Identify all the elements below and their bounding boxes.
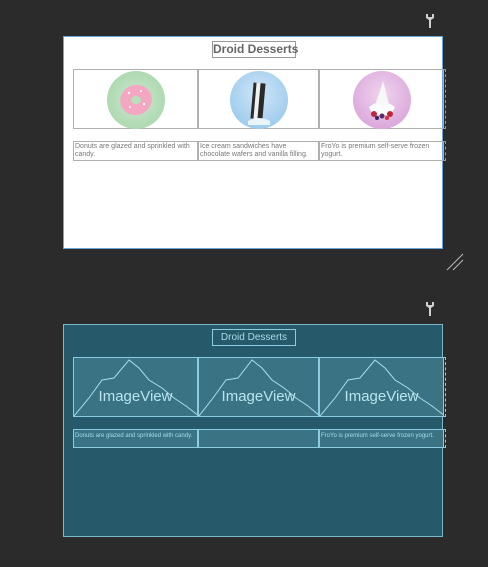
overflow-indicator: [443, 141, 446, 161]
froyo-imageview[interactable]: [319, 69, 444, 129]
overflow-indicator: [443, 357, 446, 417]
overflow-indicator: [443, 429, 446, 448]
overflow-indicator: [443, 69, 446, 129]
donut-imageview[interactable]: [73, 69, 198, 129]
wrench-icon[interactable]: [424, 301, 436, 317]
froyo-description[interactable]: FroYo is premium self-serve frozen yogur…: [319, 141, 444, 161]
blueprint-description-1[interactable]: Donuts are glazed and sprinkled with can…: [73, 429, 198, 448]
imageview-label: ImageView: [344, 388, 419, 405]
icecream-sandwich-image: [230, 71, 288, 129]
donut-description[interactable]: Donuts are glazed and sprinkled with can…: [73, 141, 198, 161]
froyo-image: [353, 71, 411, 129]
blueprint-title-textview[interactable]: Droid Desserts: [212, 329, 296, 346]
blueprint-description-2[interactable]: [198, 429, 319, 448]
blueprint-description-3[interactable]: FroYo is premium self-serve frozen yogur…: [319, 429, 444, 448]
blueprint-imageview-3[interactable]: ImageView: [319, 357, 444, 417]
donut-image: [107, 71, 165, 129]
design-surface[interactable]: Droid Desserts Donuts are glazed and spr…: [63, 36, 446, 249]
icecream-sandwich-description[interactable]: Ice cream sandwiches have chocolate wafe…: [198, 141, 319, 161]
wrench-icon[interactable]: [424, 13, 436, 29]
icecream-sandwich-imageview[interactable]: [198, 69, 319, 129]
imageview-label: ImageView: [98, 388, 173, 405]
imageview-label: ImageView: [221, 388, 296, 405]
resize-handle-icon[interactable]: [445, 252, 465, 277]
blueprint-surface[interactable]: Droid Desserts ImageView ImageView Image…: [63, 324, 446, 537]
blueprint-imageview-1[interactable]: ImageView: [73, 357, 198, 417]
blueprint-imageview-2[interactable]: ImageView: [198, 357, 319, 417]
title-textview[interactable]: Droid Desserts: [212, 41, 298, 58]
